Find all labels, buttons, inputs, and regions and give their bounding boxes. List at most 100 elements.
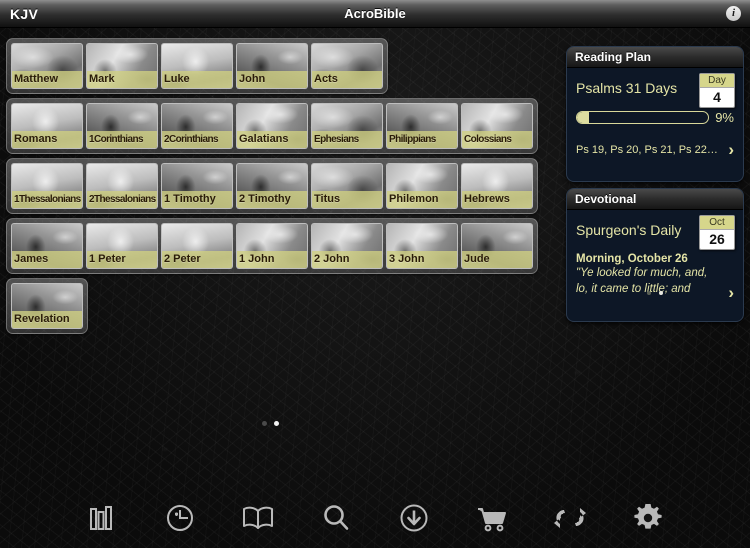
book-tile[interactable]: 3 John (386, 223, 458, 269)
clock-history-icon (163, 501, 197, 535)
book-tile-label: Titus (312, 191, 382, 208)
reading-plan-references: Ps 19, Ps 20, Ps 21, Ps 22… (576, 143, 718, 156)
devotional-panel: Devotional Spurgeon's Daily Oct 26 Morni… (566, 188, 744, 322)
book-tile[interactable]: Hebrews (461, 163, 533, 209)
book-tile-label: 1Corinthians (87, 131, 157, 148)
book-tile-label: 2 Timothy (237, 191, 307, 208)
shopping-cart-icon (474, 501, 510, 535)
book-tile[interactable]: Matthew (11, 43, 83, 89)
progress-percent-label: 9% (715, 110, 734, 125)
devotional-page-indicator[interactable] (567, 290, 724, 295)
page-dot[interactable] (261, 421, 267, 426)
book-tile-label: Philippians (387, 131, 457, 148)
shelf-row: Matthew Mark Luke John Acts (6, 38, 388, 94)
store-button[interactable] (468, 494, 516, 542)
book-tile-label: 3 John (387, 251, 457, 268)
book-tile-label: Romans (12, 131, 82, 148)
book-tile-label: 2Thessalonians (87, 191, 157, 208)
book-tile-label: 2 John (312, 251, 382, 268)
downloads-button[interactable] (390, 494, 438, 542)
book-tile-label: 1 Peter (87, 251, 157, 268)
sync-arrows-icon (552, 501, 588, 535)
read-button[interactable] (234, 494, 282, 542)
book-tile-label: Jude (462, 251, 532, 268)
book-tile-label: 1 John (237, 251, 307, 268)
devotional-page-dot[interactable] (646, 290, 651, 295)
book-tile[interactable]: Acts (311, 43, 383, 89)
devotional-page-dot-active[interactable] (658, 290, 663, 295)
info-icon[interactable]: i (726, 6, 741, 21)
devotional-body: Spurgeon's Daily Oct 26 Morning, October… (567, 210, 743, 305)
book-tile[interactable]: 2Corinthians (161, 103, 233, 149)
app-root: KJV AcroBible i Matthew Mark Luke John A… (0, 0, 750, 548)
devotional-date-badge: Oct 26 (699, 215, 735, 250)
book-tile-label: 2 Peter (162, 251, 232, 268)
book-tile-label: John (237, 71, 307, 88)
search-button[interactable] (312, 494, 360, 542)
book-tile[interactable]: Mark (86, 43, 158, 89)
book-tile[interactable]: 2 Timothy (236, 163, 308, 209)
book-tile[interactable]: Galatians (236, 103, 308, 149)
book-tile[interactable]: 2Thessalonians (86, 163, 158, 209)
book-tile-label: 1 Timothy (162, 191, 232, 208)
book-tile-label: Revelation (12, 311, 82, 328)
reading-plan-badge-top: Day (700, 74, 734, 88)
book-tile-label: Hebrews (462, 191, 532, 208)
book-tile[interactable]: James (11, 223, 83, 269)
book-tile-label: Matthew (12, 71, 82, 88)
book-tile-label: Colossians (462, 131, 532, 148)
sync-button[interactable] (546, 494, 594, 542)
book-tile[interactable]: Jude (461, 223, 533, 269)
book-tile-label: Philemon (387, 191, 457, 208)
devotional-entry-title: Morning, October 26 (576, 253, 688, 265)
book-tile[interactable]: Romans (11, 103, 83, 149)
book-tile[interactable]: Colossians (461, 103, 533, 149)
book-tile[interactable]: Ephesians (311, 103, 383, 149)
book-tile-label: Mark (87, 71, 157, 88)
shelf-row: Revelation (6, 278, 88, 334)
book-tile-label: Luke (162, 71, 232, 88)
reading-plan-body: Psalms 31 Days Day 4 9% Ps 19, Ps 20, Ps… (567, 68, 743, 166)
reading-plan-badge-value: 4 (713, 89, 721, 105)
reading-plan-panel: Reading Plan Psalms 31 Days Day 4 9% Ps … (566, 46, 744, 182)
book-tile[interactable]: John (236, 43, 308, 89)
progress-track (576, 111, 710, 124)
chevron-right-icon[interactable]: › (728, 284, 734, 301)
devotional-badge-top: Oct (700, 216, 734, 230)
book-tile[interactable]: Revelation (11, 283, 83, 329)
book-tile-label: 1Thessalonians (12, 191, 82, 208)
book-tile[interactable]: 1Thessalonians (11, 163, 83, 209)
devotional-badge-value: 26 (709, 231, 725, 247)
book-tile[interactable]: 2 John (311, 223, 383, 269)
gear-icon (630, 500, 666, 536)
book-tile[interactable]: 1 Timothy (161, 163, 233, 209)
reading-plan-references-row[interactable]: Ps 19, Ps 20, Ps 21, Ps 22… › (576, 141, 734, 158)
chevron-right-icon[interactable]: › (728, 141, 734, 158)
book-tile[interactable]: Luke (161, 43, 233, 89)
settings-button[interactable] (624, 494, 672, 542)
book-tile-label: Galatians (237, 131, 307, 148)
book-tile[interactable]: 1 Peter (86, 223, 158, 269)
reading-plan-progress: 9% (576, 110, 734, 125)
translation-label[interactable]: KJV (10, 6, 38, 22)
shelf-row: 1Thessalonians 2Thessalonians 1 Timothy … (6, 158, 538, 214)
book-shelves: Matthew Mark Luke John Acts Romans 1Cori… (6, 38, 538, 338)
bookshelf-icon (85, 501, 119, 535)
book-tile-label: James (12, 251, 82, 268)
download-circle-icon (397, 501, 431, 535)
page-indicator[interactable] (0, 421, 540, 426)
book-tile[interactable]: 2 Peter (161, 223, 233, 269)
history-button[interactable] (156, 494, 204, 542)
book-tile[interactable]: 1 John (236, 223, 308, 269)
book-tile[interactable]: Titus (311, 163, 383, 209)
library-button[interactable] (78, 494, 126, 542)
top-bar: KJV AcroBible i (0, 0, 750, 28)
page-dot-active[interactable] (273, 421, 279, 426)
reading-plan-day-badge: Day 4 (699, 73, 735, 108)
shelf-row: James 1 Peter 2 Peter 1 John 2 John 3 Jo… (6, 218, 538, 274)
devotional-excerpt-line-1: "Ye looked for much, and, (576, 267, 708, 279)
shelf-row: Romans 1Corinthians 2Corinthians Galatia… (6, 98, 538, 154)
book-tile[interactable]: 1Corinthians (86, 103, 158, 149)
book-tile[interactable]: Philippians (386, 103, 458, 149)
book-tile[interactable]: Philemon (386, 163, 458, 209)
